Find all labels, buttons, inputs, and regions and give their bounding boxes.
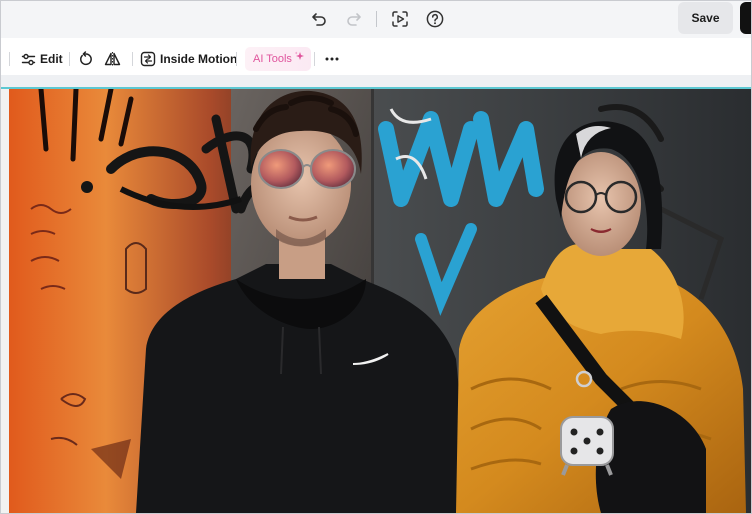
toolbar-divider — [69, 52, 70, 66]
preview-play-icon[interactable] — [388, 7, 412, 31]
toolbar-divider — [314, 52, 315, 66]
top-bar: Save — [1, 1, 751, 38]
toolbar-divider — [132, 52, 133, 66]
inside-motion-button[interactable]: Inside Motion — [140, 48, 237, 70]
sparkle-icon — [294, 51, 304, 60]
adjust-sliders-icon — [21, 53, 36, 65]
more-icon[interactable] — [323, 48, 341, 70]
motion-icon — [140, 51, 156, 67]
undo-icon[interactable] — [307, 7, 331, 31]
redo-icon[interactable] — [342, 7, 366, 31]
topbar-divider — [376, 11, 377, 27]
edit-label: Edit — [40, 52, 63, 66]
edit-toolbar: Edit Inside Motion AI Tools — [1, 43, 751, 75]
ai-tools-button[interactable]: AI Tools — [245, 47, 311, 71]
editor-window: Save Edit Inside Motion AI Tools — [0, 0, 752, 514]
save-button[interactable]: Save — [678, 2, 733, 34]
toolbar-divider — [236, 52, 237, 66]
photo-canvas[interactable] — [1, 89, 751, 513]
ai-tools-label: AI Tools — [253, 53, 292, 65]
help-icon[interactable] — [423, 7, 447, 31]
flip-icon[interactable] — [104, 48, 121, 70]
canvas-top-margin — [1, 75, 751, 87]
rotate-icon[interactable] — [78, 48, 94, 70]
export-button-edge[interactable] — [740, 2, 751, 34]
edit-button[interactable]: Edit — [21, 48, 63, 70]
photo-image — [1, 89, 751, 513]
inside-motion-label: Inside Motion — [160, 52, 238, 66]
toolbar-divider — [9, 52, 10, 66]
